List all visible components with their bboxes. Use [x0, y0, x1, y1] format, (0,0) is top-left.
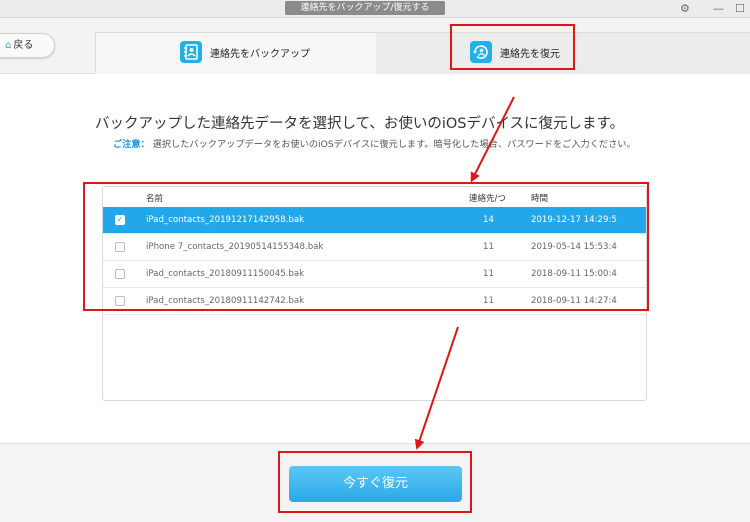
column-header-count: 連絡先/つ	[469, 194, 506, 204]
tab-restore-label: 連絡先を復元	[500, 49, 560, 60]
notice-body: 選択したバックアップデータをお使いのiOSデバイスに復元します。暗号化した場合、…	[152, 139, 636, 150]
restore-contact-icon	[470, 41, 492, 63]
home-icon: ⌂	[5, 40, 12, 51]
tab-restore-contacts[interactable]: 連絡先を復元	[376, 32, 750, 74]
row-time: 2018-09-11 15:00:4	[531, 269, 617, 279]
contacts-book-icon	[180, 41, 202, 63]
row-contact-count: 11	[483, 269, 494, 279]
column-header-name: 名前	[146, 194, 164, 204]
table-row[interactable]: iPad_contacts_20180911150045.bak 11 2018…	[103, 261, 646, 288]
backup-table: 名前 連絡先/つ 時間 ✓ iPad_contacts_201912171429…	[102, 186, 647, 401]
back-label: 戻る	[13, 40, 34, 51]
page-headline: バックアップした連絡先データを選択して、お使いのiOSデバイスに復元します。	[95, 116, 625, 132]
row-checkbox[interactable]: ✓	[115, 215, 125, 225]
row-time: 2019-05-14 15:53:4	[531, 242, 617, 252]
tab-backup-contacts[interactable]: 連絡先をバックアップ	[95, 32, 377, 74]
notice-text: ご注意： 選択したバックアップデータをお使いのiOSデバイスに復元します。暗号化…	[113, 138, 643, 152]
row-contact-count: 14	[483, 215, 494, 225]
row-time: 2019-12-17 14:29:5	[531, 215, 617, 225]
row-time: 2018-09-11 14:27:4	[531, 296, 617, 306]
restore-now-button[interactable]: 今すぐ復元	[289, 466, 462, 502]
row-file-name: iPad_contacts_20180911150045.bak	[146, 269, 305, 279]
maximize-icon[interactable]: ☐	[735, 2, 745, 15]
row-contact-count: 11	[483, 296, 494, 306]
row-contact-count: 11	[483, 242, 494, 252]
row-checkbox[interactable]	[115, 296, 125, 306]
minimize-icon[interactable]: —	[713, 2, 724, 15]
table-row[interactable]: iPad_contacts_20180911142742.bak 11 2018…	[103, 288, 646, 315]
title-bar: 連絡先をバックアップ/復元する ⚙ — ☐	[0, 0, 750, 18]
row-checkbox[interactable]	[115, 242, 125, 252]
row-file-name: iPhone 7_contacts_20190514155348.bak	[146, 242, 324, 252]
column-header-time: 時間	[531, 194, 549, 204]
back-button[interactable]: ⌂ 戻る	[0, 33, 55, 58]
tab-backup-label: 連絡先をバックアップ	[210, 49, 310, 60]
notice-label: ご注意：	[113, 139, 150, 150]
table-header: 名前 連絡先/つ 時間	[103, 187, 646, 207]
window-title: 連絡先をバックアップ/復元する	[285, 1, 445, 15]
row-file-name: iPad_contacts_20191217142958.bak	[146, 215, 305, 225]
gear-icon[interactable]: ⚙	[680, 2, 690, 15]
table-row[interactable]: ✓ iPad_contacts_20191217142958.bak 14 20…	[103, 207, 646, 234]
table-row[interactable]: iPhone 7_contacts_20190514155348.bak 11 …	[103, 234, 646, 261]
row-file-name: iPad_contacts_20180911142742.bak	[146, 296, 305, 306]
row-checkbox[interactable]	[115, 269, 125, 279]
